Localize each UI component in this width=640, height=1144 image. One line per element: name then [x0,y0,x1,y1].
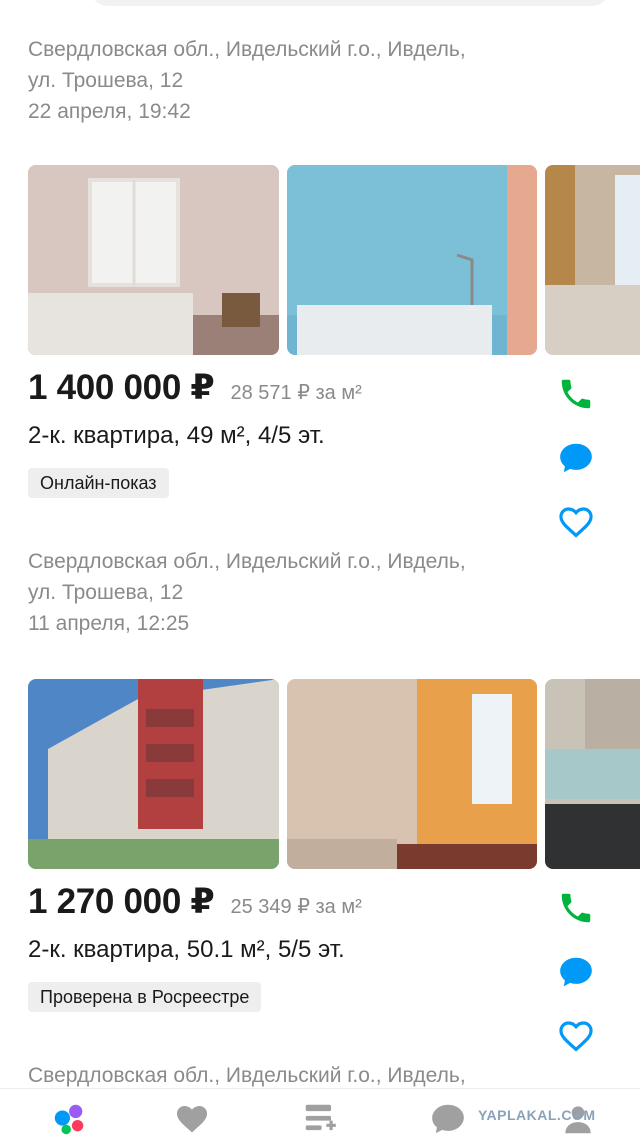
favorite-button[interactable] [556,1016,596,1056]
room-window-photo[interactable] [287,679,537,869]
bedroom-photo[interactable] [28,165,279,355]
message-button[interactable] [556,438,596,478]
watermark: YAPLAKAL.COM [478,1107,596,1123]
address-line: Свердловская обл., Ивдельский г.о., Ивде… [28,1064,466,1087]
status-badge: Онлайн-показ [28,468,169,498]
add-listing-icon [305,1104,336,1131]
listing-address: Свердловская обл., Ивдельский г.о., Ивде… [28,34,466,127]
listing-title[interactable]: 2-к. квартира, 49 м², 4/5 эт. [28,422,325,450]
nav-messages[interactable] [426,1099,470,1139]
nav-add-listing[interactable] [298,1099,342,1139]
price-row: 1 400 000 ₽ 28 571 ₽ за м² [28,368,362,408]
price: 1 270 000 ₽ [28,882,215,921]
price-row: 1 270 000 ₽ 25 349 ₽ за м² [28,882,362,922]
nav-favorites[interactable] [170,1099,214,1139]
heart-icon [559,1021,593,1052]
listing-address: Свердловская обл., Ивдельский г.о., Ивде… [28,1060,466,1091]
photo-gallery[interactable] [28,165,640,355]
bottom-nav: YAPLAKAL.COM [0,1088,640,1144]
kitchen-photo[interactable] [545,679,640,869]
price-per-m2: 28 571 ₽ за м² [230,382,362,404]
address-line: Свердловская обл., Ивдельский г.о., Ивде… [28,550,466,573]
listing-address: Свердловская обл., Ивдельский г.о., Ивде… [28,546,466,639]
listing-date: 22 апреля, 19:42 [28,100,191,123]
chat-icon [560,957,592,987]
call-button[interactable] [556,374,596,414]
listing-date: 11 апреля, 12:25 [28,612,190,635]
search-bar[interactable] [90,0,610,6]
nav-home[interactable] [48,1099,92,1139]
chat-icon [560,443,592,473]
price: 1 400 000 ₽ [28,368,215,407]
listing-title[interactable]: 2-к. квартира, 50.1 м², 5/5 эт. [28,936,345,964]
address-line: ул. Трошева, 12 [28,581,184,604]
room-bed-photo[interactable] [545,165,640,355]
favorite-button[interactable] [556,502,596,542]
favorites-icon [176,1106,208,1133]
call-button[interactable] [556,888,596,928]
status-badge: Проверена в Росреестре [28,982,262,1012]
address-line: Свердловская обл., Ивдельский г.о., Ивде… [28,38,466,61]
phone-icon [561,379,591,409]
home-icon [54,1104,84,1135]
bathroom-photo[interactable] [287,165,537,355]
messages-icon [432,1104,464,1134]
heart-icon [559,507,593,538]
phone-icon [561,893,591,923]
price-per-m2: 25 349 ₽ за м² [230,896,362,918]
message-button[interactable] [556,952,596,992]
photo-gallery[interactable] [28,679,640,869]
address-line: ул. Трошева, 12 [28,69,184,92]
building-exterior-photo[interactable] [28,679,279,869]
